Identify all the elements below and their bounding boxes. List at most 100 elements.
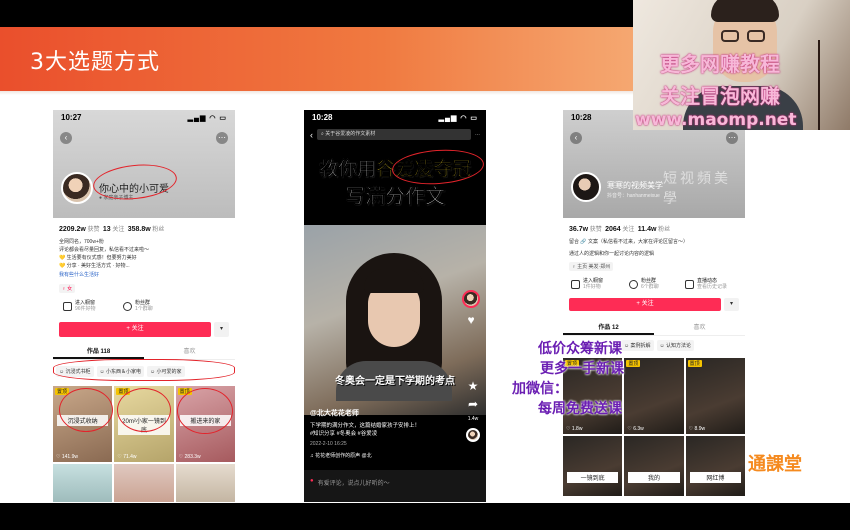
status-bar: 10:27 ▂▄▆ ◠ ▭ [53,110,235,125]
back-icon[interactable]: ‹ [60,132,72,144]
share-count: 1.4w [467,416,479,422]
profile-tabs: 作品 118 喜欢 [53,346,235,360]
bio-link[interactable]: 我有些什么生活好 [59,271,99,279]
watermark-line-2: 关注冒泡网赚 [660,84,780,108]
video-thumb[interactable]: 网红博 [685,436,745,496]
back-icon[interactable]: ‹ [570,132,582,144]
brand-watermark: 通課堂 [748,454,802,475]
stat-following-value[interactable]: 2064 [605,226,621,233]
phone-screenshot-profile-1: 10:27 ▂▄▆ ◠ ▭ ‹ ⋯ 你心中的小可爱 ● 家庭亲子博主 2209.… [53,110,235,502]
status-bar: 10:28 ▂▄▆ ◠ ▭ [304,110,486,125]
promo-line-2: 更多一手新课 [540,361,624,377]
description-hashtags[interactable]: #知识分享 #冬奥会 #谷爱凌 [310,431,377,437]
back-icon[interactable]: ‹ [310,130,313,140]
more-icon[interactable]: ⋯ [216,132,228,144]
pinned-badge: 置顶 [687,360,702,367]
heart-icon[interactable]: ♥ [467,314,474,326]
presenter-hair [711,0,779,22]
music-disc-icon[interactable] [466,428,480,442]
video-likes: ♡ 141.9w [56,454,78,460]
stat-followers-value[interactable]: 11.4w [638,226,657,233]
tab-likes[interactable]: 喜欢 [654,322,745,335]
video-thumb[interactable]: 置顶 ♡ 6.3w [624,358,684,434]
stat-likes-value: 2209.2w [59,226,86,233]
creator-avatar[interactable] [462,290,480,308]
fan-group-entry[interactable]: 粉丝群 6个群聊 [629,278,659,290]
stat-following-label: 关注 [622,227,635,233]
video-caption: 一镜到底 [567,472,619,483]
video-music[interactable]: ♫ 花花老师创作的原声 @北 [310,452,372,459]
video-thumb[interactable]: 置顶 ♡ 8.9w [685,358,745,434]
profile-stats: 36.7w 获赞 2064 关注 11.4w 粉丝 [569,224,670,233]
promo-line-3: 加微信： [512,381,568,397]
video-likes: ♡ 71.4w [117,454,137,460]
video-author[interactable]: @北大花花老师 [310,408,359,418]
chip-collection-1[interactable]: ☺ 案例拆解 [621,340,654,351]
video-thumb[interactable] [175,464,235,502]
more-icon[interactable]: ⋯ [726,132,738,144]
watermark-line-1: 更多网赚教程 [660,52,780,76]
profile-body: 2209.2w 获赞 13 关注 358.8w 粉丝 全网同名，700w+粉 评… [53,218,235,502]
video-description: 下学期的满分作文，这篇结婚家孩子安排上！ #知识分享 #冬奥会 #谷爱凌 [310,422,420,438]
collection-chips: ☺ 案例拆解 ☺ 认知方法论 [621,340,694,351]
stat-followers-label: 粉丝 [152,227,165,233]
phone-screenshot-video: 10:28 ▂▄▆ ◠ ▭ ‹ ⌕ 关于谷爱凌的作文素材 ⋯ 教你用谷爱凌夺冠 … [304,110,486,502]
fan-group-icon [629,279,638,289]
bio-line-1: 全网同名，700w+粉 [59,239,104,245]
tab-works[interactable]: 作品 118 [53,346,144,359]
follow-dropdown-button[interactable]: ▾ [724,298,739,311]
screen: 3大选题方式 10:27 ▂▄▆ ◠ ▭ ‹ ⋯ 你心中的小可爱 ● 家庭亲子博… [0,0,850,530]
video-caption: 我的 [628,472,680,483]
follow-dropdown-button[interactable]: ▾ [214,322,229,337]
stat-following-label: 关注 [112,227,125,233]
promo-line-4: 每周免费送课 [538,401,622,417]
search-query: 关于谷爱凌的作文素材 [325,131,376,137]
description-line-1: 下学期的满分作文，这篇结婚家孩子安排上！ [310,423,421,429]
highlight-circle-thumb-1 [59,388,113,432]
tab-likes[interactable]: 喜欢 [144,346,235,359]
pinned-badge: 置顶 [626,360,641,367]
video-thumb[interactable] [53,464,113,502]
share-icon[interactable]: ➦ [468,398,478,410]
live-history-entry[interactable]: 直播动态 查看历史记录 [685,278,727,290]
profile-account-id: 抖音号：hanhanmeixue [607,193,660,199]
follow-button[interactable]: + 关注 [59,322,211,337]
profile-stats: 2209.2w 获赞 13 关注 358.8w 粉丝 [59,224,164,233]
fan-group-sub: 1个群聊 [135,306,153,312]
glasses-icon [721,30,739,42]
live-icon [685,279,694,289]
shop-window-entry[interactable]: 进入橱窗 96件好物 [63,300,96,312]
background-object [818,40,838,130]
avatar[interactable] [61,172,93,204]
bio-line-4: 💛 分享 · 美好生活方式 · 好物... [59,263,130,269]
stat-followers-label: 粉丝 [658,227,671,233]
shop-window-entry[interactable]: 进入橱窗 1件好物 [571,278,603,290]
video-likes: ♡ 8.9w [688,426,706,432]
bio-line-2: 通过人的逻辑和你一起讨论内容的逻辑 [569,251,655,257]
avatar[interactable] [571,172,601,202]
video-thumb[interactable]: 一镜到底 [563,436,623,496]
highlight-circle-thumb-3 [177,388,233,434]
shop-icon [63,301,72,311]
fan-group-entry[interactable]: 粉丝群 1个群聊 [123,300,153,312]
comment-input[interactable]: ● 有爱评论，说点儿好听的～ [304,470,486,502]
video-thumb[interactable] [114,464,174,502]
glasses-icon [747,30,765,42]
stat-followers-value[interactable]: 358.8w [128,226,151,233]
video-thumb[interactable]: 我的 [624,436,684,496]
more-icon[interactable]: ⋯ [475,132,480,138]
video-likes: ♡ 283.3w [178,454,201,460]
comment-icon: ● [310,478,314,484]
comment-placeholder: 有爱评论，说点儿好听的～ [317,481,390,487]
video-likes: ♡ 6.3w [627,426,644,432]
star-icon[interactable]: ★ [468,380,479,392]
chip-collection-2[interactable]: ☺ 认知方法论 [656,340,694,351]
tab-works[interactable]: 作品 12 [563,322,654,335]
search-bar: ‹ ⌕ 关于谷爱凌的作文素材 ⋯ [310,128,480,141]
video-actions-lower: ★ ➦ 1.4w [466,380,480,442]
stat-following-value[interactable]: 13 [103,226,111,233]
search-input[interactable]: ⌕ 关于谷爱凌的作文素材 [317,129,471,140]
video-likes: ♡ 1.8w [566,426,583,432]
follow-button[interactable]: + 关注 [569,298,721,311]
profile-tabs: 作品 12 喜欢 [563,322,745,336]
